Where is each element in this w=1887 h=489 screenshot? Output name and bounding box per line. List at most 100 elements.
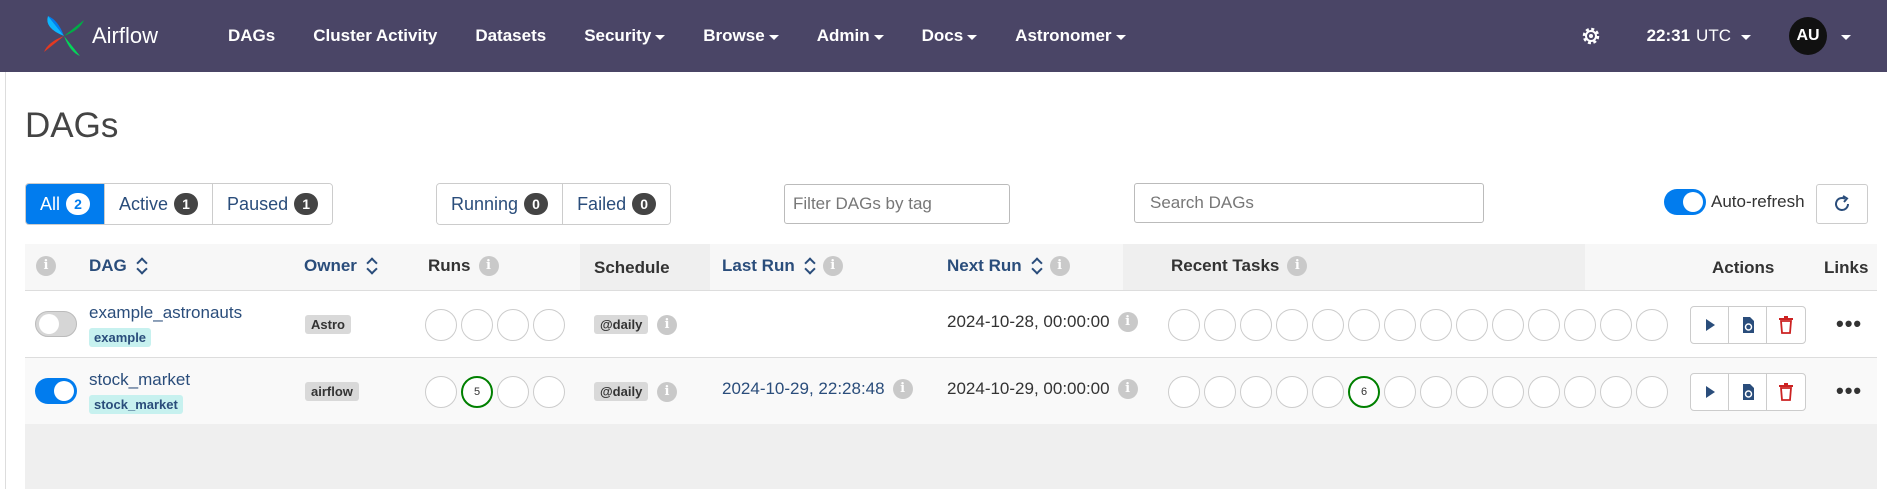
- task-state-circle[interactable]: [1168, 376, 1200, 408]
- dag-actions: [1690, 373, 1806, 411]
- task-state-circle[interactable]: [1384, 309, 1416, 341]
- task-state-circle[interactable]: [1420, 376, 1452, 408]
- theme-gear-icon[interactable]: [1579, 24, 1603, 48]
- tag-filter-input[interactable]: Filter DAGs by tag: [784, 184, 1010, 224]
- reparse-dag-button[interactable]: [1729, 374, 1767, 410]
- task-state-circle[interactable]: [1528, 376, 1560, 408]
- task-state-circle[interactable]: [1240, 376, 1272, 408]
- search-dags-input[interactable]: Search DAGs: [1134, 183, 1484, 223]
- task-state-circle[interactable]: [1348, 309, 1380, 341]
- info-icon[interactable]: i: [36, 256, 56, 276]
- dag-tag[interactable]: stock_market: [89, 395, 183, 414]
- brand-name: Airflow: [92, 23, 159, 48]
- trigger-dag-button[interactable]: [1691, 307, 1729, 343]
- task-state-circle[interactable]: [1564, 376, 1596, 408]
- nav-docs[interactable]: Docs: [903, 26, 997, 46]
- task-state-circle[interactable]: [1420, 309, 1452, 341]
- task-state-circle[interactable]: [1456, 309, 1488, 341]
- filter-active-button[interactable]: Active 1: [105, 184, 214, 224]
- nav-astronomer[interactable]: Astronomer: [996, 26, 1144, 46]
- user-avatar[interactable]: AU: [1789, 17, 1827, 55]
- reparse-dag-button[interactable]: [1729, 307, 1767, 343]
- task-state-circle[interactable]: [1492, 376, 1524, 408]
- nav-datasets[interactable]: Datasets: [456, 26, 565, 46]
- delete-dag-button[interactable]: [1767, 374, 1805, 410]
- chevron-down-icon: [768, 34, 779, 40]
- pause-toggle[interactable]: [35, 378, 77, 404]
- nav-security[interactable]: Security: [565, 26, 684, 46]
- dags-table: i DAG Owner Runs i Schedule Last Run i Nex…: [25, 244, 1877, 489]
- task-state-circle[interactable]: [1276, 376, 1308, 408]
- more-links-icon[interactable]: •••: [1836, 378, 1862, 404]
- info-icon[interactable]: i: [657, 382, 677, 402]
- info-icon[interactable]: i: [1287, 256, 1308, 276]
- last-run-date[interactable]: 2024-10-29, 22:28:48 i: [722, 379, 913, 399]
- filter-failed-button[interactable]: Failed 0: [563, 184, 671, 224]
- nav-dags[interactable]: DAGs: [209, 26, 294, 46]
- run-state-circle[interactable]: [533, 309, 565, 341]
- schedule-badge[interactable]: @daily: [594, 382, 649, 401]
- nav-cluster-activity[interactable]: Cluster Activity: [294, 26, 456, 46]
- task-state-circle[interactable]: [1636, 376, 1668, 408]
- schedule-badge[interactable]: @daily: [594, 315, 649, 334]
- sort-dag-header[interactable]: DAG: [89, 256, 147, 276]
- task-state-circle[interactable]: [1204, 376, 1236, 408]
- info-icon[interactable]: i: [1049, 256, 1070, 276]
- sort-icon: [1032, 257, 1042, 275]
- task-state-circle[interactable]: [1492, 309, 1524, 341]
- trigger-dag-button[interactable]: [1691, 374, 1729, 410]
- chevron-down-icon[interactable]: [1841, 34, 1851, 40]
- run-state-circle[interactable]: 5: [461, 376, 493, 408]
- run-state-circle[interactable]: [497, 376, 529, 408]
- info-icon[interactable]: i: [1117, 312, 1138, 332]
- owner-badge[interactable]: Astro: [305, 315, 351, 334]
- brand-link[interactable]: Airflow: [40, 12, 200, 60]
- run-state-circle[interactable]: [461, 309, 493, 341]
- task-state-circle[interactable]: [1204, 309, 1236, 341]
- nav-admin[interactable]: Admin: [798, 26, 903, 46]
- run-state-circle[interactable]: [497, 309, 529, 341]
- task-state-circle[interactable]: 6: [1348, 376, 1380, 408]
- run-state-circle[interactable]: [425, 376, 457, 408]
- dag-link[interactable]: example_astronauts: [89, 303, 242, 323]
- auto-refresh-toggle[interactable]: [1664, 189, 1706, 215]
- task-state-circle[interactable]: [1240, 309, 1272, 341]
- task-state-circle[interactable]: [1168, 309, 1200, 341]
- task-state-circle[interactable]: [1564, 309, 1596, 341]
- nav-browse[interactable]: Browse: [684, 26, 797, 46]
- task-state-circle[interactable]: [1600, 376, 1632, 408]
- run-state-circle[interactable]: [425, 309, 457, 341]
- filter-running-button[interactable]: Running 0: [437, 184, 564, 224]
- task-state-circle[interactable]: [1312, 376, 1344, 408]
- task-state-circle[interactable]: [1528, 309, 1560, 341]
- task-state-circle[interactable]: [1276, 309, 1308, 341]
- run-state-circle[interactable]: [533, 376, 565, 408]
- pause-toggle[interactable]: [35, 311, 77, 337]
- task-state-circle[interactable]: [1384, 376, 1416, 408]
- delete-dag-button[interactable]: [1767, 307, 1805, 343]
- task-state-circle[interactable]: [1636, 309, 1668, 341]
- filter-paused-button[interactable]: Paused 1: [213, 184, 333, 224]
- info-icon[interactable]: i: [1117, 379, 1138, 399]
- table-row: example_astronauts example Astro @daily …: [25, 290, 1877, 357]
- task-state-circle[interactable]: [1456, 376, 1488, 408]
- dag-link[interactable]: stock_market: [89, 370, 190, 390]
- sort-last-run-header[interactable]: Last Run i: [722, 256, 843, 276]
- current-time: 22:31: [1646, 26, 1691, 45]
- task-state-circle[interactable]: [1312, 309, 1344, 341]
- info-icon[interactable]: i: [657, 315, 677, 335]
- refresh-button[interactable]: [1816, 184, 1868, 224]
- info-icon[interactable]: i: [478, 256, 499, 276]
- info-icon[interactable]: i: [892, 379, 913, 399]
- sort-next-run-header[interactable]: Next Run i: [947, 256, 1070, 276]
- filter-all-button[interactable]: All 2: [26, 184, 106, 224]
- owner-badge[interactable]: airflow: [305, 382, 359, 401]
- task-state-circle[interactable]: [1600, 309, 1632, 341]
- time-dropdown[interactable]: 22:31 UTC: [1647, 26, 1751, 46]
- more-links-icon[interactable]: •••: [1836, 311, 1862, 337]
- dag-tag[interactable]: example: [89, 328, 152, 347]
- timezone-label: UTC: [1696, 26, 1731, 45]
- play-icon: [1705, 386, 1715, 398]
- sort-owner-header[interactable]: Owner: [304, 256, 377, 276]
- info-icon[interactable]: i: [822, 256, 843, 276]
